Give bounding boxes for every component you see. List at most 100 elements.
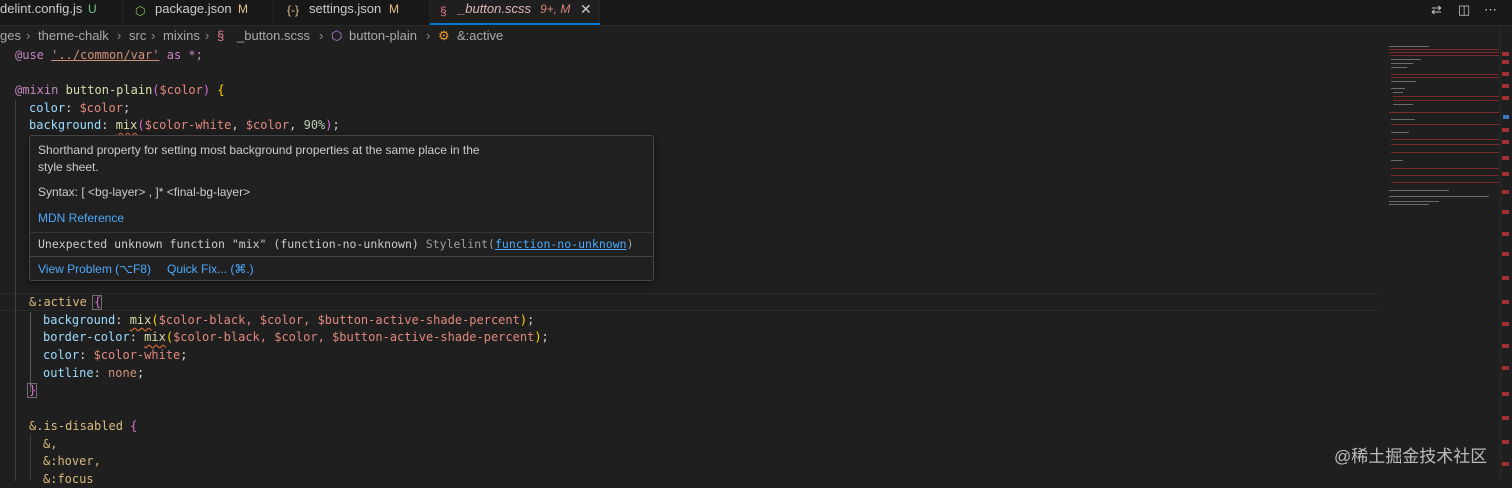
- minimap-line: [1391, 55, 1499, 56]
- indent-guide: [15, 100, 16, 481]
- breadcrumb-item[interactable]: &:active: [457, 28, 503, 43]
- overview-ruler-marker: [1502, 96, 1509, 100]
- minimap-line: [1389, 204, 1429, 205]
- overview-ruler-marker: [1502, 172, 1509, 176]
- overview-ruler-marker: [1502, 210, 1509, 214]
- minimap-line: [1393, 100, 1499, 101]
- rule-link[interactable]: function-no-unknown: [495, 237, 627, 251]
- quick-fix-button[interactable]: Quick Fix... (⌘.): [167, 262, 254, 276]
- minimap-line: [1389, 46, 1429, 47]
- json-braces-icon: {-}: [287, 3, 300, 17]
- minimap-line: [1393, 92, 1403, 93]
- tab-label: _button.scss: [458, 1, 531, 16]
- code-line: @use '../common/var' as *;: [15, 48, 203, 62]
- breadcrumb-item[interactable]: ges: [0, 28, 21, 43]
- minimap-line: [1391, 63, 1413, 64]
- overview-ruler-marker: [1502, 252, 1509, 256]
- code-line: outline: none;: [43, 366, 145, 380]
- matching-bracket-highlight: [92, 295, 102, 310]
- minimap-line: [1391, 132, 1409, 133]
- minimap-line: [1389, 190, 1449, 191]
- view-problem-button[interactable]: View Problem (⌥F8): [38, 262, 151, 276]
- overview-ruler-marker: [1502, 52, 1509, 56]
- minimap-line: [1389, 196, 1489, 197]
- tab-bar: delint.config.js U ⬡ package.json M {-} …: [0, 0, 1512, 26]
- tab-label: settings.json: [309, 1, 382, 16]
- overview-ruler-marker: [1502, 232, 1509, 236]
- chevron-right-icon: ›: [151, 28, 156, 43]
- symbol-mixin-icon: ⬡: [331, 28, 343, 43]
- open-changes-icon[interactable]: ⇄: [1431, 2, 1442, 18]
- minimap-line: [1393, 96, 1499, 97]
- chevron-right-icon: ›: [205, 28, 210, 43]
- minimap[interactable]: [1385, 44, 1500, 214]
- code-line: color: $color-white;: [43, 348, 188, 362]
- split-editor-icon[interactable]: ◫: [1458, 2, 1470, 18]
- minimap-line: [1391, 74, 1499, 75]
- watermark: @稀土掘金技术社区: [1334, 447, 1488, 466]
- overview-ruler-marker: [1502, 462, 1509, 466]
- symbol-selector-icon: ⚙: [438, 28, 450, 43]
- minimap-line: [1391, 175, 1499, 176]
- error-source-close: ): [626, 237, 634, 251]
- minimap-line: [1389, 112, 1499, 113]
- scss-file-icon: §: [217, 28, 225, 43]
- more-actions-icon[interactable]: ⋯: [1484, 2, 1497, 18]
- chevron-right-icon: ›: [426, 28, 431, 43]
- breadcrumb-item[interactable]: _button.scss: [237, 28, 310, 43]
- minimap-line: [1389, 49, 1499, 50]
- hover-divider: [30, 256, 653, 257]
- code-line: @mixin button-plain($color) {: [15, 83, 225, 97]
- error-source: Stylelint(: [425, 237, 495, 251]
- overview-ruler-marker: [1502, 72, 1509, 76]
- hover-error: Unexpected unknown function "mix" (funct…: [38, 237, 634, 251]
- code-line: background: mix($color-white, $color, 90…: [29, 118, 340, 132]
- overview-ruler-marker: [1502, 60, 1509, 64]
- close-icon[interactable]: ✕: [580, 0, 592, 18]
- code-line: &:hover,: [43, 454, 101, 468]
- hover-tooltip: Shorthand property for setting most back…: [29, 135, 654, 281]
- tab-package-json[interactable]: ⬡ package.json M: [124, 0, 274, 26]
- minimap-line: [1391, 59, 1421, 60]
- minimap-line: [1391, 88, 1405, 89]
- tab-status: M: [389, 2, 399, 16]
- breadcrumb-item[interactable]: theme-chalk: [38, 28, 109, 43]
- scss-file-icon: §: [440, 4, 447, 18]
- overview-ruler-marker: [1502, 190, 1509, 194]
- overview-ruler-marker: [1502, 140, 1509, 144]
- code-line: &:active {: [29, 295, 102, 309]
- tab-status: U: [88, 2, 97, 16]
- chevron-right-icon: ›: [319, 28, 324, 43]
- code-line: &.is-disabled {: [29, 419, 138, 433]
- breadcrumb-item[interactable]: src: [129, 28, 146, 43]
- minimap-line: [1391, 160, 1403, 161]
- current-line-highlight: [0, 293, 1380, 311]
- hover-description: Shorthand property for setting most back…: [38, 143, 480, 157]
- hover-syntax: Syntax: [ <bg-layer> , ]* <final-bg-laye…: [38, 185, 251, 199]
- active-tab-indicator: [430, 23, 600, 25]
- minimap-line: [1391, 77, 1499, 78]
- minimap-line: [1391, 119, 1415, 120]
- tab-label: delint.config.js: [0, 1, 83, 16]
- chevron-right-icon: ›: [26, 28, 31, 43]
- error-message: Unexpected unknown function "mix" (funct…: [38, 237, 419, 251]
- overview-ruler-marker: [1503, 115, 1509, 119]
- overview-ruler-marker: [1502, 344, 1509, 348]
- tab-settings-json[interactable]: {-} settings.json M: [274, 0, 430, 26]
- matching-bracket-highlight: [27, 383, 37, 398]
- indent-guide: [30, 435, 31, 481]
- hover-divider: [30, 232, 653, 233]
- minimap-line: [1391, 168, 1499, 169]
- minimap-line: [1391, 139, 1499, 140]
- breadcrumb-item[interactable]: mixins: [163, 28, 200, 43]
- minimap-line: [1391, 81, 1416, 82]
- tab-status: 9+, M: [540, 2, 571, 16]
- mdn-reference-link[interactable]: MDN Reference: [38, 211, 124, 225]
- minimap-line: [1391, 67, 1407, 68]
- overview-ruler-marker: [1502, 156, 1509, 160]
- overview-ruler-marker: [1502, 128, 1509, 132]
- code-line: border-color: mix($color-black, $color, …: [43, 330, 549, 344]
- breadcrumb-item[interactable]: button-plain: [349, 28, 417, 43]
- tab-delint-config[interactable]: delint.config.js U: [0, 0, 124, 26]
- minimap-line: [1391, 182, 1499, 183]
